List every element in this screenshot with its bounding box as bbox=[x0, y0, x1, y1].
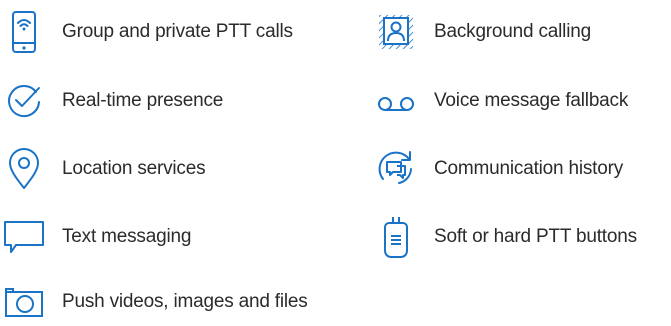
feature-real-time-presence: Real-time presence bbox=[0, 77, 223, 125]
feature-soft-hard-ptt-buttons: Soft or hard PTT buttons bbox=[372, 213, 637, 261]
feature-label: Text messaging bbox=[62, 226, 192, 247]
feature-text-messaging: Text messaging bbox=[0, 213, 191, 261]
feature-push-media: Push videos, images and files bbox=[0, 278, 308, 326]
chat-bubble-icon bbox=[0, 213, 48, 261]
chat-history-icon bbox=[372, 145, 420, 193]
feature-label: Real-time presence bbox=[62, 90, 224, 111]
smartphone-wifi-icon bbox=[0, 8, 48, 56]
feature-label: Location services bbox=[62, 158, 206, 179]
feature-location-services: Location services bbox=[0, 145, 206, 193]
feature-label: Soft or hard PTT buttons bbox=[434, 226, 637, 247]
camera-icon bbox=[0, 278, 48, 326]
feature-label: Push videos, images and files bbox=[62, 291, 308, 312]
voicemail-icon bbox=[372, 77, 420, 125]
feature-label: Voice message fallback bbox=[434, 90, 629, 111]
feature-background-calling: Background calling bbox=[372, 8, 591, 56]
ptt-radio-icon bbox=[372, 213, 420, 261]
feature-label: Communication history bbox=[434, 158, 624, 179]
check-circle-icon bbox=[0, 77, 48, 125]
feature-label: Background calling bbox=[434, 21, 591, 42]
feature-group-private-ptt-calls: Group and private PTT calls bbox=[0, 8, 293, 56]
feature-communication-history: Communication history bbox=[372, 145, 623, 193]
contact-card-icon bbox=[372, 8, 420, 56]
feature-label: Group and private PTT calls bbox=[62, 21, 293, 42]
feature-voice-message-fallback: Voice message fallback bbox=[372, 77, 628, 125]
location-pin-icon bbox=[0, 145, 48, 193]
